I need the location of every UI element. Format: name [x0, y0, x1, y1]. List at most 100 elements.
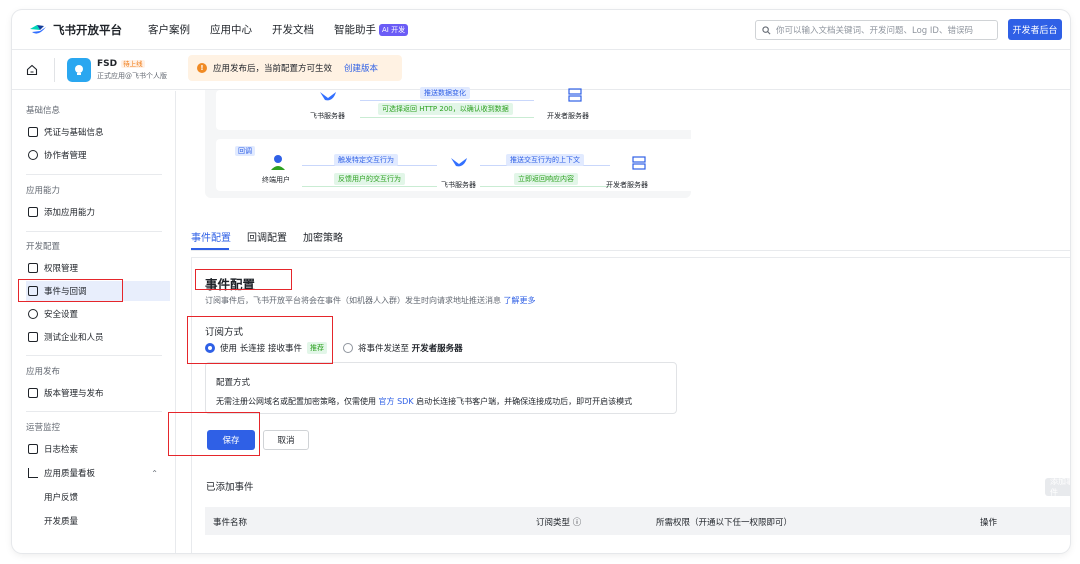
official-sdk-link[interactable]: 官方 SDK — [379, 397, 414, 406]
highlight-sidebar-events — [18, 279, 123, 302]
nav-customer-cases[interactable]: 客户案例 — [148, 22, 190, 37]
callback-trigger-label: 触发特定交互行为 — [334, 154, 398, 166]
sidebar-item-log-search[interactable]: 日志检索 — [26, 439, 170, 459]
chevron-up-icon[interactable]: ⌃ — [151, 469, 158, 478]
nav-ai-assistant-label: 智能助手 — [334, 24, 376, 36]
col-event-name: 事件名称 — [213, 518, 248, 528]
app-name: FSD — [97, 58, 118, 69]
developer-server-icon — [632, 156, 646, 170]
upload-icon — [28, 388, 38, 398]
sidebar-item-label: 协作者管理 — [44, 151, 87, 161]
highlight-subscribe-method — [187, 316, 333, 364]
sidebar-divider — [26, 355, 162, 356]
brand[interactable]: 飞书开放平台 — [28, 22, 122, 38]
publish-notice: ! 应用发布后，当前配置方可生效 创建版本 — [188, 55, 402, 81]
app-window: 飞书开放平台 客户案例 应用中心 开发文档 智能助手 AI 开发 你可以输入文档关… — [12, 10, 1070, 553]
app-status-badge: 待上线 — [121, 59, 145, 68]
config-text-part2: 启动长连接飞书客户端，并确保连接成功后，即可开启该模式 — [416, 397, 633, 406]
sidebar-item-security[interactable]: 安全设置 — [26, 304, 170, 324]
sidebar-group-basic: 基础信息 — [26, 106, 61, 116]
sidebar-item-label: 安全设置 — [44, 310, 79, 320]
option2-main: 开发者服务器 — [411, 344, 463, 354]
sidebar-divider — [26, 174, 162, 175]
sidebar-group-dev-config: 开发配置 — [26, 242, 61, 252]
cancel-button[interactable]: 取消 — [263, 430, 309, 450]
shield-icon — [28, 309, 38, 319]
help-icon[interactable]: ⓘ — [573, 518, 582, 528]
notice-text: 应用发布后，当前配置方可生效 — [213, 64, 333, 74]
key-icon — [28, 263, 38, 273]
events-table-header: 事件名称 订阅类型 ⓘ 所需权限（开通以下任一权限即可） 操作 — [205, 507, 1070, 535]
tab-encryption[interactable]: 加密策略 — [303, 229, 343, 244]
log-icon — [28, 444, 38, 454]
event-push-arrow — [360, 100, 534, 101]
sidebar-item-collaborators[interactable]: 协作者管理 — [26, 145, 170, 165]
app-avatar[interactable] — [67, 57, 91, 82]
warning-icon: ! — [197, 63, 207, 73]
col-subscription-type: 订阅类型 ⓘ — [536, 516, 581, 528]
top-navbar: 飞书开放平台 客户案例 应用中心 开发文档 智能助手 AI 开发 你可以输入文档关… — [12, 10, 1070, 50]
sidebar-item-permissions[interactable]: 权限管理 — [26, 258, 170, 278]
home-icon[interactable] — [26, 64, 38, 76]
callback-return-label: 立即返回响应内容 — [514, 173, 578, 185]
highlight-save-button — [168, 412, 260, 456]
app-meta: FSD 待上线 正式应用@飞书个人版 — [97, 58, 167, 82]
col-actions: 操作 — [980, 518, 998, 528]
id-card-icon — [28, 127, 38, 137]
developer-console-button[interactable]: 开发者后台 — [1008, 19, 1062, 40]
add-event-button[interactable]: 添加事件 — [1045, 478, 1070, 496]
sidebar-item-label: 应用质量看板 — [44, 469, 96, 479]
event-right-node: 开发者服务器 — [547, 112, 589, 120]
sidebar-item-label: 凭证与基础信息 — [44, 128, 104, 138]
create-version-link[interactable]: 创建版本 — [344, 62, 378, 74]
sidebar-group-capability: 应用能力 — [26, 186, 61, 196]
feishu-logo-icon — [30, 24, 46, 34]
nav-ai-assistant[interactable]: 智能助手 AI 开发 — [334, 22, 409, 37]
ai-badge: AI 开发 — [379, 24, 409, 36]
sidebar-item-version-release[interactable]: 版本管理与发布 — [26, 383, 170, 403]
tab-event-config[interactable]: 事件配置 — [191, 229, 231, 244]
brand-name: 飞书开放平台 — [53, 22, 122, 37]
sidebar-subitem-dev-quality[interactable]: 开发质量 — [44, 515, 78, 527]
user-avatar-icon — [271, 155, 285, 170]
config-method-text: 无需注册公网域名或配置加密策略，仅需使用 官方 SDK 启动长连接飞书客户端，并… — [216, 396, 632, 407]
sidebar-item-quality-board[interactable]: 应用质量看板 ⌃ — [26, 463, 170, 483]
sidebar-item-label: 日志检索 — [44, 445, 79, 455]
sidebar-item-add-capability[interactable]: 添加应用能力 — [26, 202, 170, 222]
nav-app-center[interactable]: 应用中心 — [210, 22, 252, 37]
event-push-label: 推送数据变化 — [420, 87, 470, 99]
callback-mid-node: 飞书服务器 — [441, 181, 476, 189]
nav-dev-docs[interactable]: 开发文档 — [272, 22, 314, 37]
apps-icon — [28, 207, 38, 217]
section-description: 订阅事件后，飞书开放平台将会在事件（如机器人入群）发生时向请求地址推送消息 了解… — [205, 295, 536, 306]
header-divider — [54, 57, 55, 82]
callback-push-context-label: 推送交互行为的上下文 — [506, 154, 584, 166]
sidebar-subitem-feedback[interactable]: 用户反馈 — [44, 491, 78, 503]
config-method-title: 配置方式 — [216, 378, 251, 388]
added-events-title: 已添加事件 — [206, 482, 254, 493]
radio-developer-server[interactable] — [342, 343, 353, 353]
search-placeholder: 你可以输入文档关键词、开发问题、Log ID、错误码 — [776, 26, 973, 36]
sidebar-item-credentials[interactable]: 凭证与基础信息 — [26, 122, 170, 142]
lightbulb-icon — [75, 64, 83, 75]
sidebar-item-label: 版本管理与发布 — [44, 389, 104, 399]
sidebar-item-label: 测试企业和人员 — [44, 333, 104, 343]
event-left-node: 飞书服务器 — [310, 112, 345, 120]
app-header: FSD 待上线 正式应用@飞书个人版 ! 应用发布后，当前配置方可生效 创建版本 — [12, 50, 1070, 90]
sidebar-item-test-tenants[interactable]: 测试企业和人员 — [26, 327, 170, 347]
callback-right-node: 开发者服务器 — [606, 181, 648, 189]
app-subtitle: 正式应用@飞书个人版 — [97, 71, 167, 80]
learn-more-link[interactable]: 了解更多 — [504, 296, 536, 305]
active-tab-indicator — [191, 248, 229, 250]
bar-chart-icon — [28, 468, 38, 478]
tab-callback-config[interactable]: 回调配置 — [247, 229, 287, 244]
search-input[interactable]: 你可以输入文档关键词、开发问题、Log ID、错误码 — [755, 20, 998, 40]
event-return-label: 可选择返回 HTTP 200，以确认收到数据 — [378, 103, 513, 115]
feishu-server-icon — [451, 158, 467, 167]
callback-user-node: 终端用户 — [262, 176, 290, 184]
sidebar-group-monitoring: 运营监控 — [26, 423, 61, 433]
sidebar-item-label: 添加应用能力 — [44, 208, 96, 218]
callback-feedback-label: 反馈用户的交互行为 — [334, 173, 405, 185]
sidebar-divider — [26, 231, 162, 232]
callback-tag: 回调 — [235, 146, 255, 156]
